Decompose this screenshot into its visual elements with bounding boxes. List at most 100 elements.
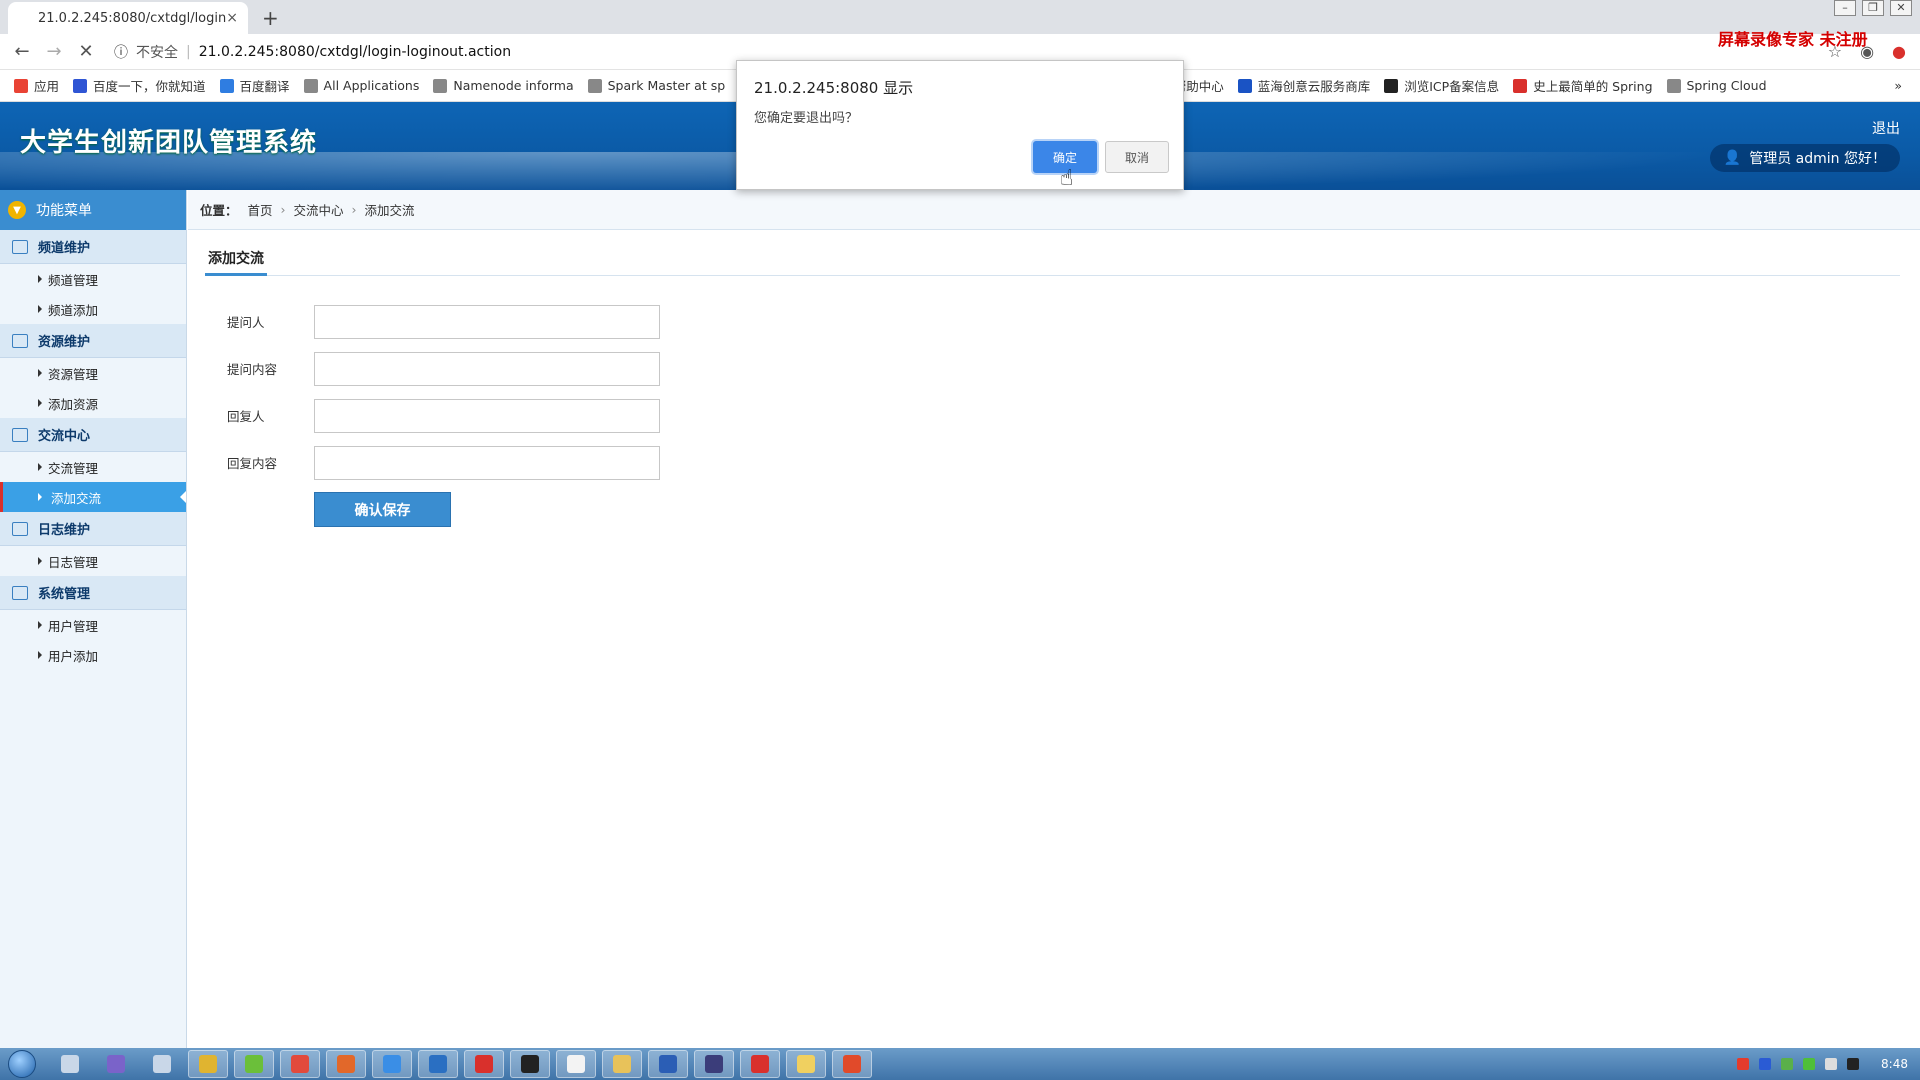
back-icon[interactable]: ← <box>12 41 32 62</box>
network-icon[interactable] <box>1781 1058 1794 1070</box>
bookmarks-more-button[interactable]: » <box>1894 78 1902 93</box>
help-icon[interactable] <box>1759 1058 1772 1070</box>
forward-icon[interactable]: → <box>44 41 64 62</box>
breadcrumb-prefix: 位置： <box>200 203 238 218</box>
apps-grid-icon <box>14 78 28 93</box>
taskbar-app[interactable] <box>280 1050 320 1078</box>
bookmark-label: 史上最简单的 Spring <box>1533 79 1653 94</box>
sidebar-group-label: 交流中心 <box>38 429 91 444</box>
taskbar-app[interactable] <box>326 1050 366 1078</box>
list-icon <box>12 521 28 536</box>
sidebar-item[interactable]: 频道管理 <box>0 264 186 294</box>
sidebar-item[interactable]: 交流管理 <box>0 452 186 482</box>
profile-icon[interactable]: ◉ <box>1860 42 1874 61</box>
tab-add-exchange[interactable]: 添加交流 <box>205 248 267 276</box>
new-tab-button[interactable]: + <box>262 6 279 30</box>
field-input[interactable] <box>314 445 660 480</box>
bookmark-item[interactable]: 浏览ICP备案信息 <box>1384 76 1499 95</box>
tab-title: 21.0.2.245:8080/cxtdgl/login-l <box>38 10 227 26</box>
taskbar-app[interactable] <box>786 1050 826 1078</box>
sidebar-group-label: 资源维护 <box>38 335 91 350</box>
sidebar-item[interactable]: 频道添加 <box>0 294 186 324</box>
form-row: 提问人 <box>205 298 660 345</box>
dialog-cancel-button[interactable]: 取消 <box>1105 141 1169 173</box>
sidebar-group[interactable]: 频道维护 <box>0 230 186 264</box>
field-input[interactable] <box>314 398 660 433</box>
field-input[interactable] <box>314 351 660 386</box>
browser-tab[interactable]: 21.0.2.245:8080/cxtdgl/login-l × <box>8 2 248 34</box>
volume-icon[interactable] <box>1825 1058 1838 1070</box>
folder-icon <box>613 1055 631 1073</box>
list-icon <box>12 427 28 442</box>
taskbar-app[interactable] <box>602 1050 642 1078</box>
sidebar-group[interactable]: 系统管理 <box>0 576 186 610</box>
sogou-icon[interactable] <box>1737 1058 1750 1070</box>
url-field[interactable]: ⓘ 不安全 | 21.0.2.245:8080/cxtdgl/login-log… <box>114 42 511 62</box>
taskbar-app[interactable] <box>740 1050 780 1078</box>
field-input[interactable] <box>314 304 660 339</box>
start-button[interactable] <box>0 1048 44 1080</box>
sidebar-group[interactable]: 资源维护 <box>0 324 186 358</box>
browser-icon <box>843 1055 861 1073</box>
recorder-icon <box>199 1055 217 1073</box>
bookmark-item[interactable]: 史上最简单的 Spring <box>1513 76 1653 95</box>
page-icon <box>1666 78 1681 93</box>
info-icon[interactable]: ⓘ <box>114 42 128 62</box>
sidebar-group[interactable]: 日志维护 <box>0 512 186 546</box>
search-icon <box>153 1055 171 1073</box>
globe-icon <box>107 1055 125 1073</box>
taskbar-app[interactable] <box>96 1050 136 1078</box>
bookmark-item[interactable]: Spark Master at sp <box>587 78 725 93</box>
bookmark-item[interactable]: Namenode informa <box>433 78 574 93</box>
taskbar-app[interactable] <box>648 1050 688 1078</box>
bookmark-item[interactable]: All Applications <box>303 78 420 93</box>
taskbar-app[interactable] <box>142 1050 182 1078</box>
bookmark-item[interactable]: 百度翻译 <box>219 76 290 95</box>
bookmark-label: Spring Cloud <box>1686 78 1767 93</box>
form-row: 提问内容 <box>205 345 660 392</box>
star-icon[interactable]: ☆ <box>1828 42 1842 61</box>
taskbar-app[interactable] <box>464 1050 504 1078</box>
breadcrumb-separator-icon: › <box>351 202 357 217</box>
bookmark-label: All Applications <box>323 78 420 93</box>
taskbar-app[interactable] <box>188 1050 228 1078</box>
sidebar-item[interactable]: 资源管理 <box>0 358 186 388</box>
breadcrumb-item[interactable]: 首页 <box>248 200 273 219</box>
qq-icon[interactable] <box>1847 1058 1860 1070</box>
sidebar-item[interactable]: 添加交流 <box>0 482 186 512</box>
sidebar-item[interactable]: 用户添加 <box>0 640 186 670</box>
logout-link[interactable]: 退出 <box>1872 118 1900 138</box>
bookmark-item[interactable]: 应用 <box>14 76 59 95</box>
url-text[interactable]: 21.0.2.245:8080/cxtdgl/login-loginout.ac… <box>199 44 511 60</box>
bookmark-item[interactable]: 蓝海创意云服务商库 <box>1237 76 1370 95</box>
taskbar-app[interactable] <box>556 1050 596 1078</box>
close-tab-icon[interactable]: × <box>226 10 238 26</box>
sidebar-item[interactable]: 用户管理 <box>0 610 186 640</box>
taskbar-app[interactable] <box>372 1050 412 1078</box>
chrome-icon <box>291 1055 309 1073</box>
taskbar: 8:48 <box>0 1048 1920 1080</box>
confirm-save-button[interactable]: 确认保存 <box>314 492 451 527</box>
bookmark-item[interactable]: 百度一下，你就知道 <box>73 76 206 95</box>
taskbar-app[interactable] <box>418 1050 458 1078</box>
taskbar-app[interactable] <box>694 1050 734 1078</box>
user-greeting: 👤 管理员 admin 您好！ <box>1709 144 1900 172</box>
taskbar-app[interactable] <box>832 1050 872 1078</box>
sidebar-item[interactable]: 日志管理 <box>0 546 186 576</box>
minimize-icon[interactable]: – <box>1834 0 1856 16</box>
stop-loading-icon[interactable]: ✕ <box>76 41 96 62</box>
sidebar-item[interactable]: 添加资源 <box>0 388 186 418</box>
security-label: 不安全 <box>136 44 178 61</box>
taskbar-app[interactable] <box>234 1050 274 1078</box>
close-window-icon[interactable]: ✕ <box>1890 0 1912 16</box>
breadcrumb-item[interactable]: 交流中心 <box>294 200 344 219</box>
bookmark-item[interactable]: Spring Cloud <box>1666 78 1767 93</box>
sidebar-group[interactable]: 交流中心 <box>0 418 186 452</box>
extension-icon[interactable]: ● <box>1892 42 1906 61</box>
battery-icon[interactable] <box>1803 1058 1816 1070</box>
taskbar-app[interactable] <box>50 1050 90 1078</box>
restore-icon[interactable]: ❐ <box>1862 0 1884 16</box>
taskbar-app[interactable] <box>510 1050 550 1078</box>
bookmark-label: Namenode informa <box>453 78 574 93</box>
breadcrumb-separator-icon: › <box>280 202 286 217</box>
